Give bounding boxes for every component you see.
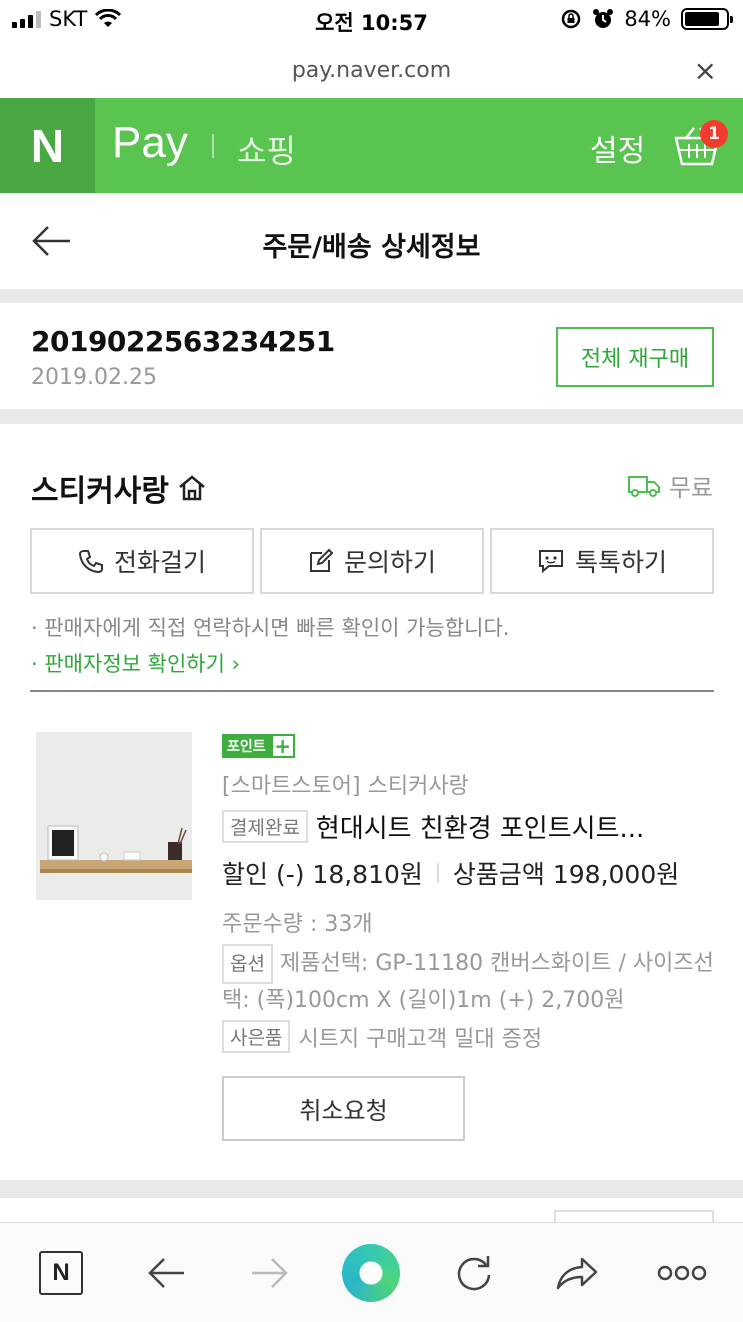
point-badge: 포인트 + — [222, 734, 295, 758]
browser-toolbar: N — [0, 1222, 743, 1322]
battery-percent: 84% — [624, 7, 671, 31]
more-button[interactable] — [652, 1243, 712, 1303]
call-label: 전화걸기 — [113, 548, 206, 577]
more-icon — [657, 1265, 707, 1281]
product-thumbnail[interactable] — [36, 732, 192, 900]
truck-icon — [627, 475, 660, 497]
option-tag: 옵션 — [222, 944, 273, 984]
talktalk-label: 톡톡하기 — [574, 548, 667, 577]
plus-icon: + — [270, 734, 295, 758]
seller-name-text: 스티커사랑 — [31, 474, 169, 509]
point-badge-label: 포인트 — [222, 734, 271, 758]
call-button[interactable]: 전화걸기 — [30, 528, 254, 594]
option-text: 제품선택: GP-11180 캔버스화이트 / 사이즈선택: (폭)100cm … — [222, 951, 714, 1013]
order-date: 2019.02.25 — [31, 365, 157, 390]
shipping-fee: 무료 — [668, 474, 713, 502]
phone-icon — [78, 550, 103, 574]
naver-home-icon: N — [39, 1251, 83, 1295]
header-divider — [212, 134, 214, 158]
order-number: 2019022563234251 — [31, 325, 335, 358]
section-gap — [0, 1180, 743, 1198]
refresh-icon — [457, 1256, 491, 1291]
rebuy-all-button[interactable]: 전체 재구매 — [556, 327, 714, 387]
close-icon[interactable]: × — [694, 54, 717, 87]
seller-contact-buttons: 전화걸기 문의하기 톡톡하기 — [30, 528, 714, 594]
seller-name[interactable]: 스티커사랑 — [31, 466, 207, 510]
seller-info-link[interactable]: · 판매자정보 확인하기 › — [31, 648, 240, 678]
section-divider — [30, 690, 714, 692]
payment-status-tag: 결제완료 — [222, 810, 308, 843]
naver-pay-header: N Pay 쇼핑 설정 — [0, 98, 743, 193]
forward-button[interactable] — [240, 1243, 300, 1303]
shipping-info: 무료 — [627, 468, 713, 503]
share-icon — [556, 1257, 598, 1290]
next-order-card — [0, 1198, 743, 1230]
shelf-image — [36, 732, 192, 900]
section-gap — [0, 409, 743, 424]
product-title[interactable]: 결제완료 현대시트 친환경 포인트시트... — [222, 808, 644, 845]
status-bar: SKT 오전 10:57 84% — [0, 0, 743, 40]
inquiry-label: 문의하기 — [343, 548, 436, 577]
green-dot-button[interactable] — [341, 1243, 401, 1303]
green-dot-icon — [342, 1244, 400, 1302]
seller-info-link-text: 판매자정보 확인하기 — [44, 652, 225, 676]
order-quantity: 주문수량 : 33개 — [222, 912, 373, 937]
cancel-request-button[interactable]: 취소요청 — [222, 1076, 465, 1141]
gift-text: 시트지 구매고객 밀대 증정 — [298, 1026, 543, 1052]
url-bar: pay.naver.com × — [0, 42, 743, 98]
option-info: 옵션 제품선택: GP-11180 캔버스화이트 / 사이즈선택: (폭)100… — [222, 944, 714, 1018]
contact-notice-text: 판매자에게 직접 연락하시면 빠른 확인이 가능합니다. — [44, 616, 510, 640]
store-home-icon — [179, 475, 205, 501]
price-divider — [436, 863, 439, 883]
forward-icon — [252, 1258, 288, 1288]
gift-tag: 사은품 — [222, 1020, 291, 1053]
order-summary: 2019022563234251 2019.02.25 전체 재구매 — [0, 303, 743, 409]
pay-logo[interactable]: Pay — [112, 118, 188, 168]
url-text[interactable]: pay.naver.com — [0, 58, 743, 83]
gift-info: 사은품 시트지 구매고객 밀대 증정 — [222, 1020, 542, 1053]
contact-notice: · 판매자에게 직접 연락하시면 빠른 확인이 가능합니다. — [31, 616, 510, 640]
talktalk-button[interactable]: 톡톡하기 — [490, 528, 714, 594]
page-title: 주문/배송 상세정보 — [262, 232, 481, 263]
alarm-icon — [593, 9, 614, 28]
chevron-right-icon: › — [224, 652, 240, 676]
naver-home-button[interactable]: N — [31, 1243, 91, 1303]
refresh-button[interactable] — [444, 1243, 504, 1303]
back-icon — [148, 1258, 184, 1288]
discount-amount: 할인 (-) 18,810원 — [222, 860, 423, 889]
back-button[interactable] — [136, 1243, 196, 1303]
price-row: 할인 (-) 18,810원 상품금액 198,000원 — [222, 855, 679, 891]
product-amount: 상품금액 198,000원 — [452, 860, 680, 889]
inquiry-button[interactable]: 문의하기 — [260, 528, 484, 594]
edit-icon — [309, 548, 334, 572]
title-bar: 주문/배송 상세정보 — [0, 193, 743, 289]
naver-logo[interactable]: N — [0, 98, 95, 193]
cart-count-badge: 1 — [700, 120, 728, 148]
product-name: 현대시트 친환경 포인트시트... — [315, 814, 645, 844]
shopping-link[interactable]: 쇼핑 — [237, 126, 296, 172]
rotation-lock-icon — [562, 9, 581, 29]
chat-icon — [538, 550, 563, 574]
settings-link[interactable]: 설정 — [590, 126, 645, 170]
store-name[interactable]: [스마트스토어] 스티커사랑 — [222, 768, 469, 800]
section-gap — [0, 289, 743, 303]
battery-icon — [681, 8, 733, 30]
share-button[interactable] — [547, 1243, 607, 1303]
